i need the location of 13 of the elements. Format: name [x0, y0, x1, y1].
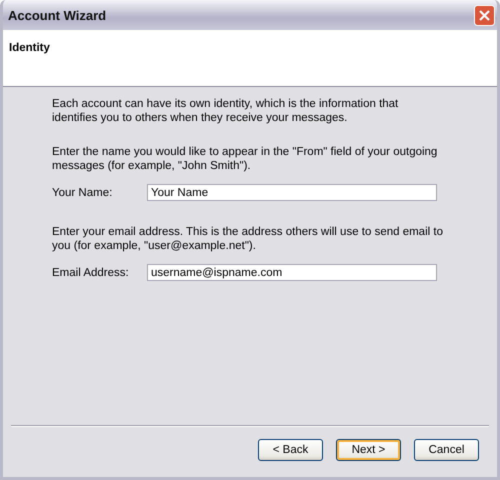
instruction-text: Enter the name you would like to appear in the "From" field of your outgoing messages (for example, "John Smith"). — [52, 145, 438, 173]
wizard-button[interactable]: Cancel — [414, 439, 479, 461]
input-field[interactable]: username@ispname.com — [147, 264, 437, 281]
wizard-button[interactable]: < Back — [258, 439, 323, 461]
instruction-text: Enter your email address. This is the address others will use to send email to you (for example, "user@example.net"). — [52, 225, 444, 253]
field-label: Email Address: — [52, 266, 130, 278]
close-icon[interactable] — [474, 4, 495, 26]
field-label: Your Name: — [52, 186, 114, 198]
description-text: Each account can have its own identity, which is the information that identifies you to others when they receive your messages. — [52, 97, 400, 125]
input-field[interactable]: Your Name — [147, 184, 437, 201]
window-title: Account Wizard — [8, 8, 106, 22]
page-title: Identity — [9, 42, 50, 54]
wizard-button[interactable]: Next > — [336, 439, 401, 461]
